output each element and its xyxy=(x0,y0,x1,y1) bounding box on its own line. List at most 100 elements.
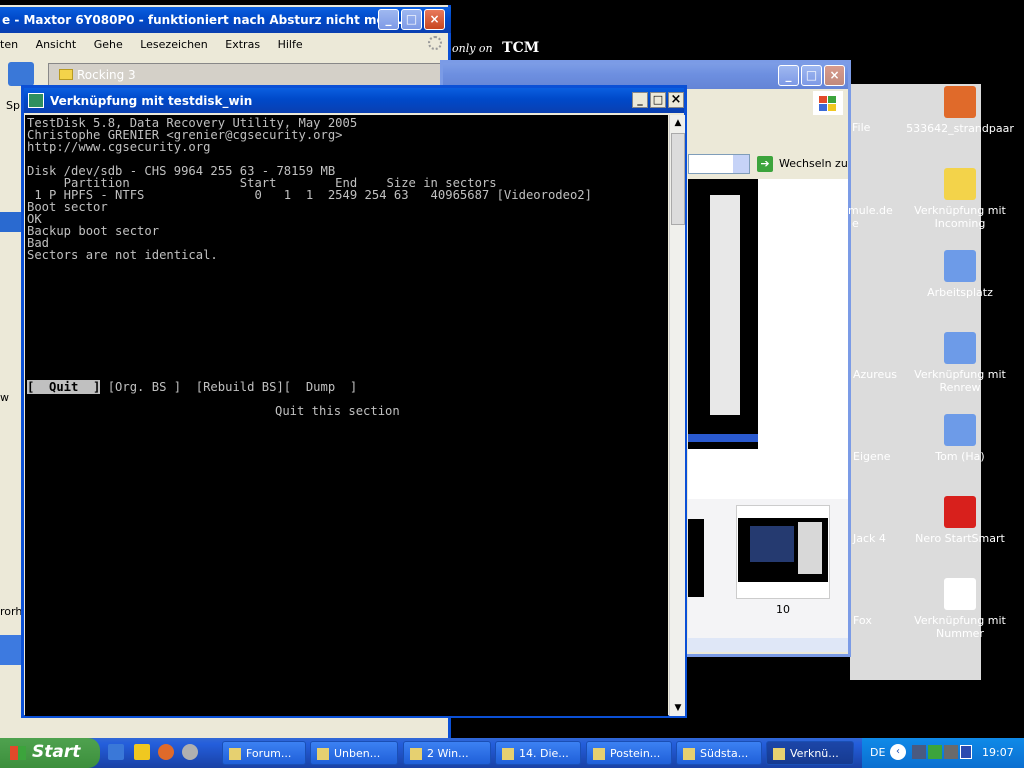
vertical-scrollbar[interactable]: ▲ ▼ xyxy=(669,115,685,716)
hint-text: Quit this section xyxy=(275,404,400,418)
quicklaunch-ie-icon[interactable] xyxy=(108,744,124,760)
scroll-down-icon[interactable]: ▼ xyxy=(671,700,685,716)
desktop-icon-label: Verknüpfung mit Incoming xyxy=(914,204,1006,230)
desktop-icon[interactable]: Nero StartSmart xyxy=(900,496,1020,545)
other-options[interactable]: [Org. BS ] [Rebuild BS][ Dump ] xyxy=(100,380,357,394)
go-button[interactable]: ➔ Wechseln zu xyxy=(755,154,851,174)
desktop-icon[interactable]: Verknüpfung mit Nummer xyxy=(900,578,1020,640)
taskbar-button[interactable]: 2 Win... xyxy=(403,741,491,765)
testdisk-minimize-button[interactable]: _ xyxy=(632,92,648,108)
taskbar-button[interactable]: Südsta... xyxy=(676,741,762,765)
taskbar-app-icon xyxy=(410,748,422,760)
chevron-down-icon[interactable] xyxy=(733,155,749,173)
desktop-icon-label: Verknüpfung mit Renrew xyxy=(914,368,1006,394)
side-label-fox: Fox xyxy=(853,614,872,627)
desktop-icon-label: Arbeitsplatz xyxy=(927,286,993,299)
menu-item-extras[interactable]: Extras xyxy=(225,38,260,51)
tray-network-icon[interactable] xyxy=(928,745,942,759)
menu-item-view[interactable]: Ansicht xyxy=(36,38,77,51)
taskbar-button-label: 14. Die... xyxy=(519,747,569,760)
taskbar-app-icon xyxy=(593,748,605,760)
side-label-3: rorh xyxy=(0,603,22,619)
taskbar-button[interactable]: 14. Die... xyxy=(495,741,581,765)
start-label: Start xyxy=(32,742,81,762)
close-button[interactable]: × xyxy=(424,9,445,30)
taskbar-app-icon xyxy=(317,748,329,760)
firefox-menubar: ten Ansicht Gehe Lesezeichen Extras Hilf… xyxy=(0,38,451,56)
side-label-jack: Jack 4 xyxy=(853,532,886,545)
maximize-button[interactable]: □ xyxy=(401,9,422,30)
start-button[interactable]: Start xyxy=(0,738,100,768)
menu-item-bookmarks[interactable]: Lesezeichen xyxy=(140,38,208,51)
taskbar-button[interactable]: Verknü... xyxy=(766,741,854,765)
explorer-minimize-button[interactable]: _ xyxy=(778,65,799,86)
banner-text-2: TCM xyxy=(502,40,540,56)
explorer-maximize-button[interactable]: □ xyxy=(801,65,822,86)
taskbar-button[interactable]: Forum... xyxy=(222,741,306,765)
menu-item-file[interactable]: ten xyxy=(0,38,18,51)
desktop-icon-label: 533642_strandpaar xyxy=(906,122,1014,135)
tray-shield-icon[interactable] xyxy=(960,745,972,759)
firefox-titlebar[interactable]: e - Maxtor 6Y080P0 - funktioniert nach A… xyxy=(0,7,451,33)
thumbnail-10[interactable] xyxy=(736,505,830,599)
taskbar-button[interactable]: Unben... xyxy=(310,741,398,765)
banner: only on TCM xyxy=(452,40,592,60)
folder-icon xyxy=(59,69,73,80)
desktop-icon[interactable]: Verknüpfung mit Incoming xyxy=(900,168,1020,230)
desktop-icon-label: Nero StartSmart xyxy=(915,532,1005,545)
taskbar-button[interactable]: Postein... xyxy=(586,741,672,765)
desktop-icon-image xyxy=(944,496,976,528)
quicklaunch-winamp-icon[interactable] xyxy=(134,744,150,760)
preview-image xyxy=(688,179,758,449)
horizontal-scrollbar[interactable] xyxy=(688,638,848,652)
quicklaunch-app-icon[interactable] xyxy=(182,744,198,760)
console-icon xyxy=(28,93,44,108)
desktop-icon[interactable]: Verknüpfung mit Renrew xyxy=(900,332,1020,394)
address-input[interactable] xyxy=(688,154,750,174)
scroll-up-icon[interactable]: ▲ xyxy=(671,115,685,131)
taskbar-button-label: Verknü... xyxy=(790,747,839,760)
desktop-icon-image xyxy=(944,332,976,364)
thumbnail-label: 10 xyxy=(776,603,790,616)
tab-rocking[interactable]: Rocking 3 xyxy=(48,63,468,87)
thumbnail-partial[interactable] xyxy=(688,519,704,597)
side-label-file: File xyxy=(852,121,871,134)
testdisk-close-button[interactable]: × xyxy=(668,92,684,108)
tray-display-icon[interactable] xyxy=(944,745,958,759)
windows-flag-icon xyxy=(10,746,26,760)
scroll-thumb[interactable] xyxy=(671,133,685,225)
desktop-icon-label: Tom (Ha) xyxy=(935,450,985,463)
minimize-button[interactable]: _ xyxy=(378,9,399,30)
taskbar-button-label: Südsta... xyxy=(700,747,749,760)
testdisk-title: Verknüpfung mit testdisk_win xyxy=(50,94,253,108)
console-line: 1 P HPFS - NTFS 0 1 1 2549 254 63 409656… xyxy=(27,188,592,202)
taskbar-app-icon xyxy=(683,748,695,760)
banner-text-1: only on xyxy=(452,42,493,55)
language-indicator[interactable]: DE xyxy=(870,746,885,759)
desktop-icon[interactable]: Arbeitsplatz xyxy=(900,250,1020,299)
tray-volume-icon[interactable] xyxy=(912,745,926,759)
reload-icon[interactable] xyxy=(8,62,34,86)
menu-item-help[interactable]: Hilfe xyxy=(278,38,303,51)
testdisk-maximize-button[interactable]: □ xyxy=(650,92,666,108)
desktop-icon[interactable]: 533642_strandpaar xyxy=(900,86,1020,135)
menu-item-go[interactable]: Gehe xyxy=(94,38,123,51)
console-area[interactable]: TestDisk 5.8, Data Recovery Utility, May… xyxy=(25,115,668,716)
desktop-icon-image xyxy=(944,250,976,282)
clock: 19:07 xyxy=(982,746,1014,759)
console-line: http://www.cgsecurity.org xyxy=(27,140,211,154)
testdisk-window[interactable]: Verknüpfung mit testdisk_win _ □ × TestD… xyxy=(21,85,687,718)
side-label-2: w xyxy=(0,389,22,405)
quit-option[interactable]: [ Quit ] xyxy=(27,380,101,394)
taskbar-button-label: 2 Win... xyxy=(427,747,469,760)
tray-expand-icon[interactable]: ‹ xyxy=(890,744,906,760)
system-tray: DE ‹ 19:07 xyxy=(862,738,1024,768)
explorer-close-button[interactable]: × xyxy=(824,65,845,86)
side-label-azureus: Azureus xyxy=(853,368,898,381)
testdisk-titlebar[interactable]: Verknüpfung mit testdisk_win _ □ × xyxy=(24,88,684,113)
taskbar-button-label: Postein... xyxy=(610,747,661,760)
tab-label: Rocking 3 xyxy=(77,68,136,82)
side-text-3: rorh xyxy=(0,605,23,618)
desktop-icon[interactable]: Tom (Ha) xyxy=(900,414,1020,463)
quicklaunch-firefox-icon[interactable] xyxy=(158,744,174,760)
